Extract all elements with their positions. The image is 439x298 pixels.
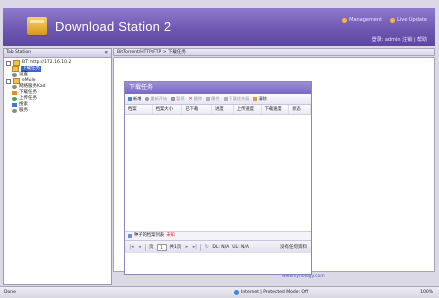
browser-window: Download Station 2 Management Live Updat…	[0, 0, 439, 298]
properties-icon	[206, 97, 211, 101]
top-links: Management Live Update	[342, 17, 427, 23]
status-bar: Done Internet | Protected Mode: Off 100%	[0, 286, 439, 298]
task-table-body	[125, 115, 311, 231]
task-table-header: 档案 档案大小 已下载 进度 上传速度 下载速度 状态	[125, 105, 312, 115]
collapse-button[interactable]: «	[104, 49, 108, 57]
pager-separator	[145, 243, 146, 251]
tree-item-label: 服务	[19, 108, 28, 113]
first-page-icon[interactable]: |◂	[129, 244, 134, 250]
gear-icon	[12, 73, 17, 77]
delete-icon: ✕	[188, 96, 193, 102]
download-station-logo	[27, 17, 47, 35]
toolbar-button[interactable]: 暂停	[171, 96, 185, 102]
task-toolbar: 新增 重新开始 暂停 ✕ 删除 属性 下载优先级 清除	[125, 94, 311, 105]
zone-info: Internet | Protected Mode: Off	[234, 287, 374, 298]
toolbar-button-label: 新增	[133, 96, 142, 101]
gear-icon	[12, 109, 17, 113]
expand-icon[interactable]	[6, 60, 11, 66]
user-line[interactable]: 登录: admin 注销 | 帮助	[372, 36, 427, 43]
panel-title: Tab Station «	[4, 49, 111, 58]
column-header[interactable]: 下载速度	[262, 105, 290, 114]
dl-speed: DL: N/A	[212, 244, 230, 250]
toolbar-button[interactable]: 新增	[128, 96, 141, 102]
pager: |◂ ◂ 页 1 共1页 ▸ ▸| ↻ DL: N/A UL: N/A 没有任何…	[125, 240, 311, 253]
column-header[interactable]: 已下载	[182, 105, 213, 114]
toolbar-button-label: 重新开始	[150, 96, 168, 101]
column-header[interactable]: 档案大小	[153, 105, 183, 114]
task-window-title: 下载任务	[125, 82, 311, 94]
content-area: 下载任务 新增 重新开始 暂停 ✕ 删除 属性 下载优先级 清除 档案 档案大小 已下载 进度 上传速…	[113, 57, 435, 275]
column-header[interactable]: 上传速度	[234, 105, 262, 114]
pager-status: 没有任何资料	[280, 245, 307, 250]
priority-icon	[223, 97, 228, 101]
stop-icon	[171, 97, 176, 101]
navigation-tree: BT: http://172.16.10.2 下载任务 设置 eMule 网络服务Kad…	[4, 58, 111, 116]
toolbar-button[interactable]: 重新开始	[145, 96, 167, 102]
management-link[interactable]: Management	[342, 17, 382, 23]
toolbar-button-label: 清除	[258, 96, 267, 101]
toolbar-button[interactable]: 下载优先级	[223, 96, 250, 102]
status-text: Done	[4, 290, 16, 295]
toolbar-button-label: 属性	[211, 96, 220, 101]
page-label: 页	[149, 245, 154, 250]
app-title: Download Station 2	[55, 19, 172, 34]
green-icon	[12, 97, 17, 101]
toolbar-button-label: 暂停	[176, 96, 185, 101]
column-header[interactable]: 状态	[289, 105, 312, 114]
blue-icon	[12, 103, 17, 107]
gear-icon	[12, 85, 17, 89]
toolbar-button[interactable]: 属性	[206, 96, 220, 102]
orange-icon	[12, 91, 17, 95]
page-input[interactable]: 1	[156, 243, 167, 251]
breadcrumb: BitTorrent/HTTP/FTP > 下载任务	[113, 48, 435, 56]
footer-url[interactable]: www.synology.com	[282, 274, 325, 279]
folder-icon	[12, 66, 19, 72]
new-icon	[128, 97, 132, 101]
refresh-icon[interactable]: ↻	[204, 244, 209, 250]
globe-icon	[234, 290, 239, 295]
toolbar-button-label: 下载优先级	[228, 96, 250, 101]
toolbar-button[interactable]: 清除	[253, 96, 267, 102]
file-list-icon	[128, 234, 132, 238]
clear-icon	[253, 97, 258, 101]
prev-page-icon[interactable]: ◂	[137, 244, 142, 250]
task-window: 下载任务 新增 重新开始 暂停 ✕ 删除 属性 下载优先级 清除 档案 档案大小 已下载 进度 上传速…	[124, 81, 312, 275]
last-page-icon[interactable]: ▸|	[192, 244, 197, 250]
ul-speed: UL: N/A	[232, 244, 249, 250]
toolbar-button-label: 删除	[193, 96, 203, 101]
live-update-link[interactable]: Live Update	[390, 17, 427, 23]
column-header[interactable]: 档案	[125, 105, 153, 114]
column-header[interactable]: 进度	[212, 105, 234, 114]
pager-separator	[200, 243, 202, 251]
management-icon	[342, 17, 348, 23]
total-pages: 共1页	[169, 245, 182, 250]
live-update-icon	[390, 17, 396, 23]
toolbar-button[interactable]: ✕ 删除	[189, 96, 203, 102]
tree-item[interactable]: 服务	[6, 108, 109, 114]
next-page-icon[interactable]: ▸	[184, 244, 189, 250]
torrent-file-list-bar[interactable]: 种子的档案列表 未知	[125, 231, 311, 240]
start-icon	[145, 97, 150, 101]
zoom-level[interactable]: 100%	[420, 287, 439, 298]
left-panel: Tab Station « BT: http://172.16.10.2 下载任务…	[3, 48, 112, 285]
app-header: Download Station 2 Management Live Updat…	[3, 8, 435, 46]
expand-icon[interactable]	[6, 78, 11, 84]
